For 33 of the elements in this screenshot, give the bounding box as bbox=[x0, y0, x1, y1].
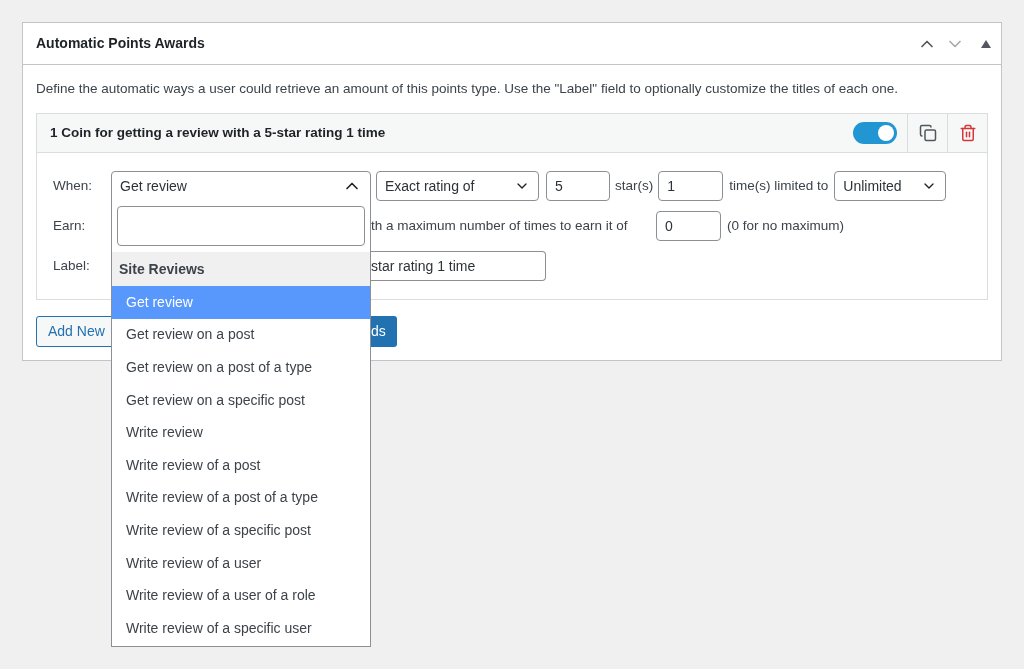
dropdown-option[interactable]: Write review of a user bbox=[112, 546, 370, 580]
dropdown-option[interactable]: Write review bbox=[112, 416, 370, 449]
dropdown-search-field[interactable] bbox=[117, 206, 365, 246]
when-label: When: bbox=[53, 176, 94, 195]
description-text: Define the automatic ways a user could retrieve an amount of this points type. Use the "Label" field to optionally customize the titles of each one. bbox=[36, 80, 900, 98]
label-input[interactable]: star rating 1 time bbox=[371, 251, 546, 281]
trash-icon[interactable] bbox=[958, 124, 977, 142]
dropdown-option[interactable]: Write review of a user of a role bbox=[112, 579, 370, 612]
dropdown-option[interactable]: Write review of a post bbox=[112, 448, 370, 482]
save-button[interactable]: ds bbox=[371, 316, 397, 347]
dropdown-option[interactable]: Get review on a post of a type bbox=[112, 351, 370, 384]
dropdown-option[interactable]: Write review of a post of a type bbox=[112, 481, 370, 515]
stars-suffix: star(s) bbox=[615, 176, 654, 195]
limit-select[interactable]: Unlimited bbox=[834, 171, 947, 201]
group-heading: Site Reviews bbox=[112, 252, 370, 286]
stars-input[interactable]: 5 bbox=[546, 171, 610, 201]
event-select[interactable]: Get review bbox=[111, 171, 371, 201]
earn-label: Earn: bbox=[53, 216, 87, 235]
triangle-up-icon[interactable] bbox=[981, 39, 991, 48]
dropdown-option[interactable]: Write review of a specific user bbox=[112, 611, 370, 645]
times-suffix: time(s) limited to bbox=[729, 176, 829, 195]
maximum-hint: (0 for no maximum) bbox=[727, 216, 845, 235]
toggle-switch[interactable] bbox=[853, 122, 897, 144]
rating-mode-select[interactable]: Exact rating of bbox=[376, 171, 539, 201]
dropdown-option[interactable]: Write review of a specific post bbox=[112, 514, 370, 547]
panel-title: Automatic Points Awards bbox=[36, 34, 206, 53]
label-label: Label: bbox=[53, 256, 91, 275]
maximum-input[interactable]: 0 bbox=[656, 211, 721, 241]
award-title: 1 Coin for getting a review with a 5-star rating 1 time bbox=[50, 123, 387, 142]
dropdown-option[interactable]: Get review on a specific post bbox=[112, 383, 370, 417]
times-input[interactable]: 1 bbox=[658, 171, 724, 201]
earn-text: th a maximum number of times to earn it of bbox=[371, 217, 628, 233]
copy-icon[interactable] bbox=[918, 124, 937, 142]
